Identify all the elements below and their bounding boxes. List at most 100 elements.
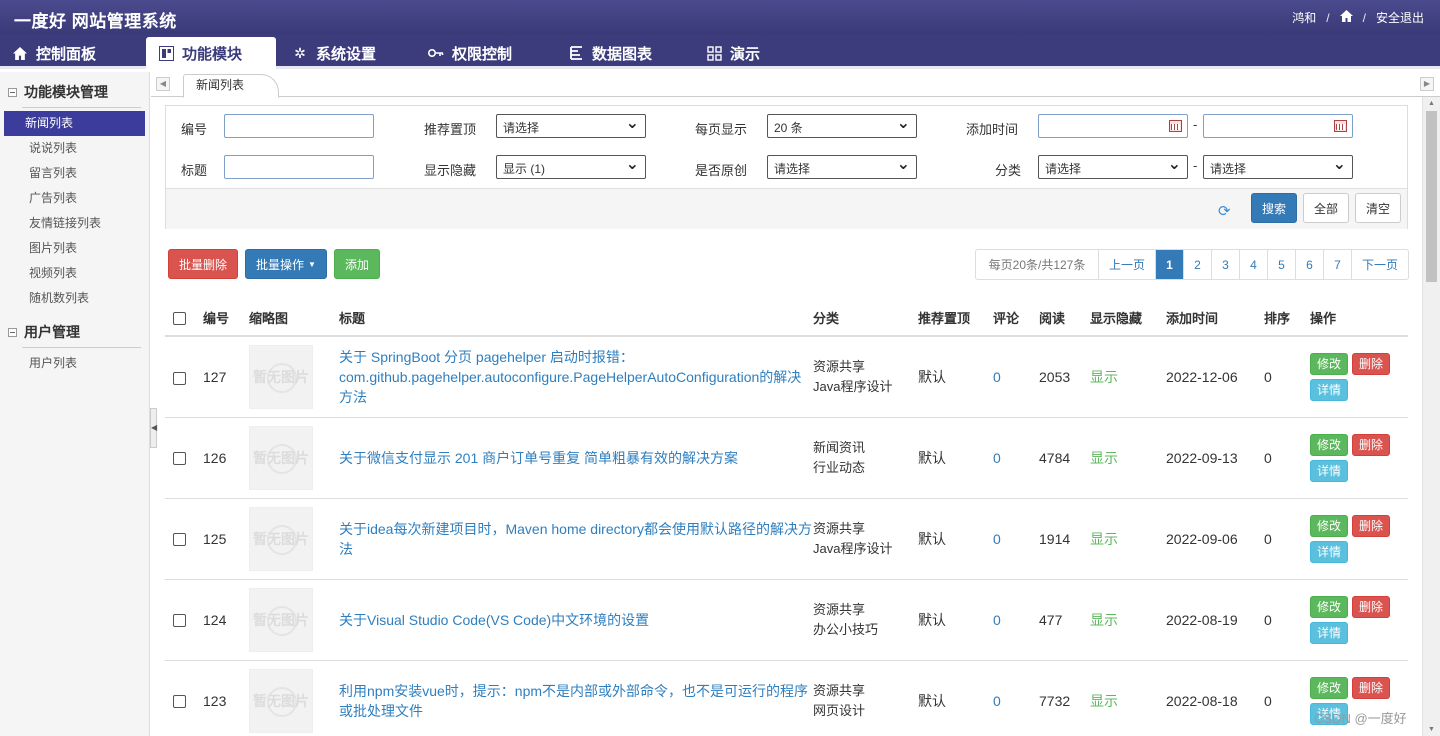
- col-header[interactable]: 编号: [203, 300, 249, 337]
- cell-visible-toggle[interactable]: 显示: [1090, 579, 1166, 661]
- nav-tab-dashboard[interactable]: 控制面板: [0, 37, 108, 69]
- sidebar-item-news[interactable]: 新闻列表: [4, 111, 145, 136]
- col-header[interactable]: 显示隐藏: [1090, 300, 1166, 337]
- cell-visible-toggle[interactable]: 显示: [1090, 336, 1166, 418]
- sidebar-item-talk[interactable]: 说说列表: [4, 136, 145, 161]
- scroll-thumb[interactable]: [1426, 111, 1437, 282]
- detail-button[interactable]: 详情: [1310, 540, 1349, 563]
- refresh-icon[interactable]: ⟳: [1218, 202, 1231, 220]
- calendar-icon[interactable]: [1334, 120, 1347, 132]
- addtime-end-input[interactable]: [1203, 114, 1353, 138]
- news-title-link[interactable]: 利用npm安装vue时，提示：npm不是内部或外部命令，也不是可运行的程序或批处…: [339, 681, 813, 721]
- edit-button[interactable]: 修改: [1310, 352, 1349, 375]
- cell-comments-link[interactable]: 0: [993, 417, 1039, 499]
- delete-button[interactable]: 删除: [1352, 676, 1391, 699]
- cell-comments-link[interactable]: 0: [993, 498, 1039, 580]
- batch-delete-button[interactable]: 批量删除: [168, 249, 238, 279]
- sidebar-group-modules[interactable]: 功能模块管理: [0, 77, 149, 107]
- pager-page[interactable]: 7: [1323, 250, 1351, 279]
- addtime-start-input[interactable]: [1038, 114, 1188, 138]
- page-tab-news[interactable]: 新闻列表: [183, 74, 280, 98]
- col-header[interactable]: 推荐置顶: [918, 300, 993, 337]
- sidebar-item-images[interactable]: 图片列表: [4, 236, 145, 261]
- subcategory-select[interactable]: 请选择: [1203, 154, 1353, 179]
- sidebar-item-user-list[interactable]: 用户列表: [4, 351, 145, 376]
- cell-comments-link[interactable]: 0: [993, 336, 1039, 418]
- detail-button[interactable]: 详情: [1310, 459, 1349, 482]
- perpage-select[interactable]: 20 条: [767, 113, 917, 138]
- news-title-link[interactable]: 关于微信支付显示 201 商户订单号重复 简单粗暴有效的解决方案: [339, 448, 813, 468]
- search-button[interactable]: 搜索: [1251, 193, 1297, 223]
- logout-link[interactable]: 安全退出: [1376, 9, 1424, 26]
- batch-ops-button[interactable]: 批量操作 ▼: [245, 249, 327, 279]
- add-button[interactable]: 添加: [334, 249, 380, 279]
- row-checkbox[interactable]: [173, 452, 186, 466]
- pager-page[interactable]: 2: [1183, 250, 1211, 279]
- pager-page[interactable]: 4: [1239, 250, 1267, 279]
- edit-button[interactable]: 修改: [1310, 676, 1349, 699]
- sidebar-item-videos[interactable]: 视频列表: [4, 261, 145, 286]
- cell-visible-toggle[interactable]: 显示: [1090, 498, 1166, 580]
- nav-tab-modules[interactable]: 功能模块: [146, 37, 276, 69]
- news-title-link[interactable]: 关于idea每次新建项目时，Maven home directory都会使用默认…: [339, 519, 813, 559]
- pager-page[interactable]: 6: [1295, 250, 1323, 279]
- tab-scroll-right-icon[interactable]: ▶: [1420, 77, 1434, 91]
- pager-page[interactable]: 1: [1155, 250, 1183, 279]
- row-checkbox[interactable]: [173, 371, 186, 385]
- tab-scroll-left-icon[interactable]: ◀: [156, 77, 170, 91]
- news-title-link[interactable]: 关于 SpringBoot 分页 pagehelper 启动时报错：com.gi…: [339, 347, 813, 407]
- user-name-link[interactable]: 鸿和: [1292, 9, 1316, 26]
- delete-button[interactable]: 删除: [1352, 595, 1391, 618]
- row-checkbox[interactable]: [173, 533, 186, 547]
- pager-page[interactable]: 3: [1211, 250, 1239, 279]
- col-header[interactable]: 添加时间: [1166, 300, 1264, 337]
- category-select[interactable]: 请选择: [1038, 154, 1188, 179]
- cell-comments-link[interactable]: 0: [993, 660, 1039, 736]
- edit-button[interactable]: 修改: [1310, 595, 1349, 618]
- detail-button[interactable]: 详情: [1310, 378, 1349, 401]
- delete-button[interactable]: 删除: [1352, 352, 1391, 375]
- home-icon[interactable]: [1339, 10, 1353, 25]
- scroll-down-icon[interactable]: ▼: [1428, 726, 1435, 733]
- sidebar-item-message[interactable]: 留言列表: [4, 161, 145, 186]
- row-checkbox[interactable]: [173, 695, 186, 709]
- row-checkbox[interactable]: [173, 614, 186, 628]
- edit-button[interactable]: 修改: [1310, 514, 1349, 537]
- cell-visible-toggle[interactable]: 显示: [1090, 417, 1166, 499]
- cell-comments-link[interactable]: 0: [993, 579, 1039, 661]
- pager-prev[interactable]: 上一页: [1098, 250, 1155, 279]
- clear-button[interactable]: 清空: [1355, 193, 1401, 223]
- delete-button[interactable]: 删除: [1352, 514, 1391, 537]
- nav-tab-demo[interactable]: 演示: [694, 37, 772, 69]
- sidebar-item-links[interactable]: 友情链接列表: [4, 211, 145, 236]
- news-title-link[interactable]: 关于Visual Studio Code(VS Code)中文环境的设置: [339, 610, 813, 630]
- sidebar-group-users[interactable]: 用户管理: [0, 317, 149, 347]
- sidebar-item-random[interactable]: 随机数列表: [4, 286, 145, 311]
- sidebar-item-ads[interactable]: 广告列表: [4, 186, 145, 211]
- select-all-checkbox[interactable]: [173, 312, 186, 326]
- calendar-icon[interactable]: [1169, 120, 1182, 132]
- original-select[interactable]: 请选择: [767, 154, 917, 179]
- pager-page[interactable]: 5: [1267, 250, 1295, 279]
- title-input[interactable]: [224, 155, 374, 179]
- detail-button[interactable]: 详情: [1310, 621, 1349, 644]
- col-header[interactable]: 分类: [813, 300, 918, 337]
- page-scrollbar[interactable]: ▲ ▼: [1422, 97, 1440, 736]
- visible-select[interactable]: 显示 (1): [496, 154, 646, 179]
- pager-next[interactable]: 下一页: [1351, 250, 1408, 279]
- col-header[interactable]: 阅读: [1039, 300, 1090, 337]
- sidebar-toggle[interactable]: ◀: [150, 408, 157, 448]
- nav-tab-charts[interactable]: 数据图表: [556, 37, 664, 69]
- nav-tab-permissions[interactable]: 权限控制: [416, 37, 524, 69]
- col-header[interactable]: 评论: [993, 300, 1039, 337]
- col-header[interactable]: 排序: [1264, 300, 1310, 337]
- nav-tab-settings[interactable]: ✲ 系统设置: [280, 37, 388, 69]
- all-button[interactable]: 全部: [1303, 193, 1349, 223]
- cell-visible-toggle[interactable]: 显示: [1090, 660, 1166, 736]
- scroll-up-icon[interactable]: ▲: [1428, 100, 1435, 107]
- delete-button[interactable]: 删除: [1352, 433, 1391, 456]
- recommend-select[interactable]: 请选择: [496, 113, 646, 138]
- id-input[interactable]: [224, 114, 374, 138]
- edit-button[interactable]: 修改: [1310, 433, 1349, 456]
- col-header[interactable]: 标题: [339, 300, 813, 337]
